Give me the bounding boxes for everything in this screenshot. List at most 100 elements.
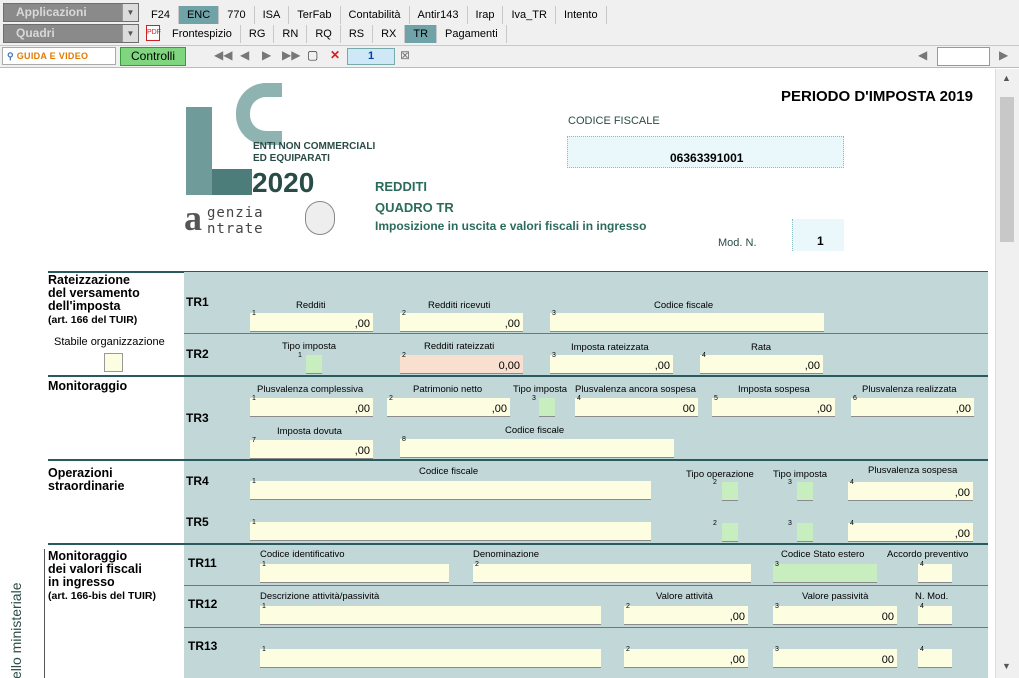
- vertical-label: ello ministeriale: [8, 582, 24, 678]
- tr3-tipo-label: Tipo imposta: [513, 384, 568, 395]
- scroll-down-icon[interactable]: ▼: [1002, 661, 1011, 671]
- page-number[interactable]: 1: [347, 48, 395, 65]
- last-page-icon[interactable]: ▶▶: [282, 48, 300, 62]
- tab-rx[interactable]: RX: [373, 25, 406, 43]
- row-code: TR4: [186, 474, 209, 488]
- tr13-valpass-value: 00: [881, 654, 894, 666]
- first-page-icon[interactable]: ◀◀: [214, 48, 232, 62]
- tr12-descr-field[interactable]: 1: [260, 603, 601, 625]
- tab-rs[interactable]: RS: [341, 25, 374, 43]
- tr5-cf-field[interactable]: 1: [250, 519, 651, 541]
- next-page-icon[interactable]: ▶: [262, 48, 271, 62]
- tr11-stato-field[interactable]: 3: [773, 561, 877, 583]
- guida-video-button[interactable]: ⚲ GUIDA E VIDEO: [2, 47, 116, 65]
- tr3-sospesa-field[interactable]: 4 00: [575, 395, 698, 417]
- tr11-accordo-field[interactable]: 4: [918, 561, 952, 583]
- tab-enc[interactable]: ENC: [178, 6, 220, 24]
- prev-page-icon[interactable]: ◀: [240, 48, 249, 62]
- tr5-tipoop-field[interactable]: 2: [713, 520, 738, 542]
- tab-contabilit-[interactable]: Contabilità: [341, 6, 410, 24]
- tr2-imposta-value: ,00: [654, 360, 670, 372]
- search-input[interactable]: [937, 47, 990, 66]
- tr4-tipoop-field[interactable]: 2: [713, 479, 738, 501]
- tr3-tipo-field[interactable]: 3: [532, 395, 555, 417]
- tr13-valatt-field[interactable]: 2,00: [624, 646, 748, 668]
- tab-pagamenti[interactable]: Pagamenti: [437, 25, 507, 43]
- tab-antir143[interactable]: Antir143: [410, 6, 468, 24]
- tab-intento[interactable]: Intento: [556, 6, 607, 24]
- tr13-valpass-field[interactable]: 3 00: [773, 646, 897, 668]
- tab-770[interactable]: 770: [219, 6, 255, 24]
- controlli-button[interactable]: Controlli: [120, 47, 186, 66]
- tr2-imposta-field[interactable]: 3,00: [550, 352, 673, 374]
- tr1-cf-label: Codice fiscale: [654, 300, 714, 311]
- cf-value: 06363391001: [670, 151, 744, 165]
- tr3-patrimonio-field[interactable]: 2,00: [387, 395, 510, 417]
- tr13-nmod-field[interactable]: 4: [918, 646, 952, 668]
- scroll-up-icon[interactable]: ▲: [1002, 73, 1011, 83]
- tr3-realizzata-field[interactable]: 6,00: [851, 395, 974, 417]
- clear-icon[interactable]: ⊠: [400, 48, 410, 62]
- stabile-checkbox[interactable]: [104, 353, 123, 372]
- tab-rq[interactable]: RQ: [307, 25, 341, 43]
- tab-frontespizio[interactable]: Frontespizio: [164, 25, 241, 43]
- tr2-rata-field[interactable]: 4,00: [700, 352, 823, 374]
- scroll-thumb[interactable]: [1000, 97, 1014, 242]
- row-code: TR12: [188, 597, 218, 611]
- tab-isa[interactable]: ISA: [255, 6, 290, 24]
- tr3-plus-field[interactable]: 1,00: [250, 395, 373, 417]
- tr1-ricevuti-field[interactable]: 2,00: [400, 310, 523, 332]
- tr12-valpass-field[interactable]: 3 00: [773, 603, 897, 625]
- tab-tr[interactable]: TR: [405, 25, 438, 43]
- tr4-plus-field[interactable]: 4,00: [848, 479, 973, 501]
- tab-terfab[interactable]: TerFab: [289, 6, 341, 24]
- tab-iva-tr[interactable]: Iva_TR: [503, 6, 556, 24]
- pdf-icon[interactable]: PDF: [146, 25, 161, 41]
- tab-f24[interactable]: F24: [143, 6, 179, 24]
- tr1-redditi-field[interactable]: 1,00: [250, 310, 373, 332]
- tr3-dovuta-field[interactable]: 7,00: [250, 437, 373, 459]
- chevron-down-icon[interactable]: ▼: [122, 25, 138, 42]
- tr11-denom-field[interactable]: 2: [473, 561, 751, 583]
- tr12-nmod-field[interactable]: 4: [918, 603, 952, 625]
- tr5-plus-field[interactable]: 4,00: [848, 520, 973, 542]
- vertical-scrollbar[interactable]: ▲ ▼: [995, 69, 1019, 678]
- section-rateizzazione: Rateizzazione del versamento dell'impost…: [48, 274, 140, 327]
- stabile-label: Stabile organizzazione: [54, 336, 165, 348]
- applicazioni-dropdown[interactable]: Applicazioni ▼: [3, 3, 139, 22]
- tr4-plus-label: Plusvalenza sospesa: [868, 465, 958, 476]
- tr3-realizzata-label: Plusvalenza realizzata: [862, 384, 957, 395]
- tr4-tipoimp-label: Tipo imposta: [773, 469, 828, 480]
- delete-page-icon[interactable]: ✕: [330, 48, 340, 62]
- tr4-cf-field[interactable]: 1: [250, 478, 651, 500]
- row-code: TR1: [186, 295, 209, 309]
- mod-label: Mod. N.: [718, 237, 757, 249]
- tr11-codid-label: Codice identificativo: [260, 549, 345, 560]
- chevron-down-icon[interactable]: ▼: [122, 4, 138, 21]
- quadri-dropdown[interactable]: Quadri ▼: [3, 24, 139, 43]
- scroll-right-icon[interactable]: ▶: [999, 48, 1008, 62]
- tr11-accordo-label: Accordo preventivo: [887, 549, 969, 560]
- tr4-tipoimp-field[interactable]: 3: [788, 479, 813, 501]
- mod-field[interactable]: 1: [792, 219, 844, 251]
- cf-field[interactable]: 06363391001: [567, 136, 844, 168]
- new-page-icon[interactable]: ▢: [307, 48, 318, 62]
- tr12-valatt-field[interactable]: 2,00: [624, 603, 748, 625]
- tr5-tipoimp-field[interactable]: 3: [788, 520, 813, 542]
- tr1-cf-field[interactable]: 3: [550, 310, 824, 332]
- cf-label: CODICE FISCALE: [568, 115, 660, 127]
- tab-rn[interactable]: RN: [274, 25, 308, 43]
- tab-irap[interactable]: Irap: [468, 6, 504, 24]
- tr2-tipo-field[interactable]: 1: [298, 352, 322, 374]
- tr13-descr-field[interactable]: 1: [260, 646, 601, 668]
- scroll-left-icon[interactable]: ◀: [918, 48, 927, 62]
- tr11-codid-field[interactable]: 1: [260, 561, 449, 583]
- periodo-title: PERIODO D'IMPOSTA 2019: [781, 88, 973, 105]
- tr3-impsosp-field[interactable]: 5,00: [712, 395, 835, 417]
- tr2-rateizzati-field[interactable]: 2 0,00: [400, 352, 523, 374]
- tab-rg[interactable]: RG: [241, 25, 275, 43]
- tr2-tipo-label: Tipo imposta: [282, 341, 337, 352]
- logo-line1: ENTI NON COMMERCIALI: [253, 141, 376, 152]
- tr3-cf-field[interactable]: 8: [400, 436, 674, 458]
- tr2-rateizzati-label: Redditi rateizzati: [424, 341, 495, 352]
